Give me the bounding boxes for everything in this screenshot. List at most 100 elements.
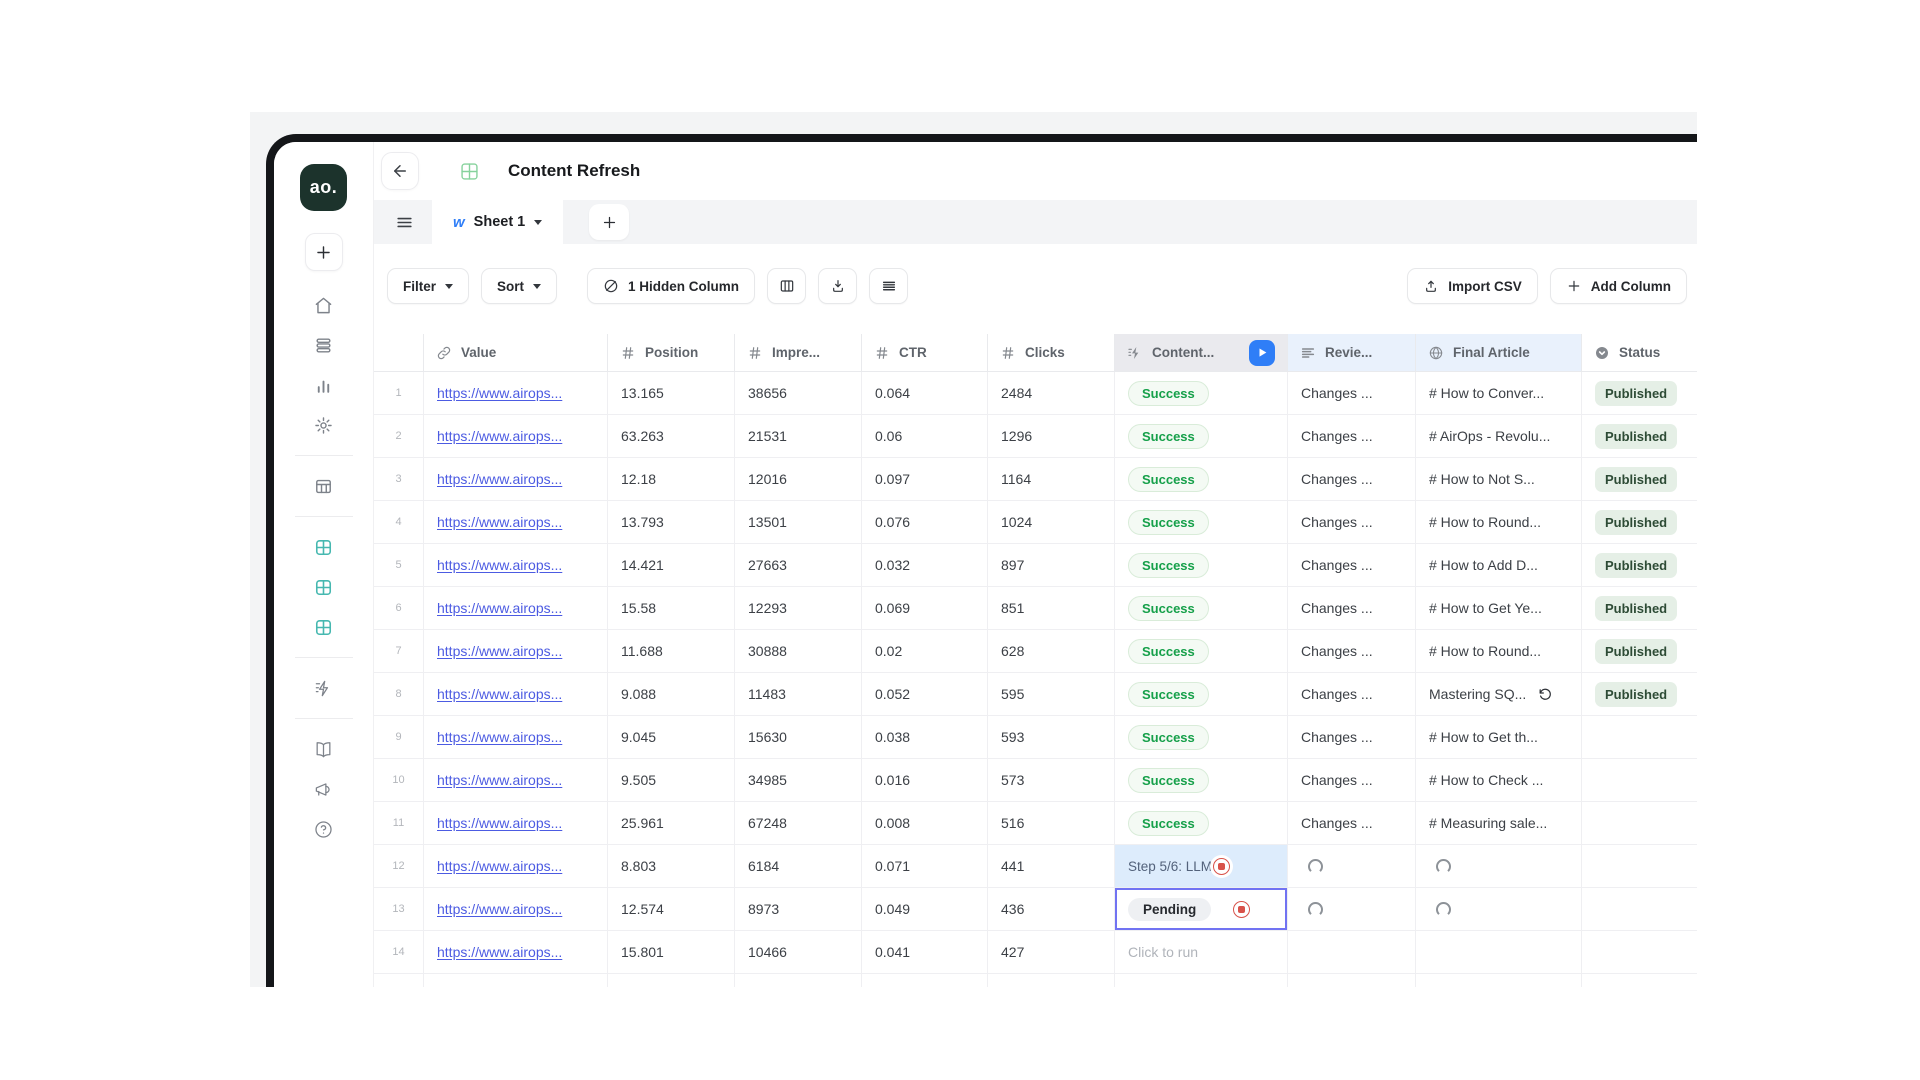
cell-impressions[interactable]: 6184 xyxy=(735,845,862,888)
sidebar-item-sheet-grid[interactable] xyxy=(305,528,343,566)
cell-final-article[interactable] xyxy=(1416,931,1582,974)
cell-final-article[interactable] xyxy=(1416,845,1582,888)
cell-status[interactable]: Published xyxy=(1582,673,1697,716)
cell-ctr[interactable]: 0.076 xyxy=(862,501,988,544)
cell-impressions[interactable]: 34985 xyxy=(735,759,862,802)
cell-ctr[interactable]: 0.06 xyxy=(862,415,988,458)
url-link[interactable]: https://www.airops... xyxy=(437,944,562,960)
sidebar-item-bar-chart[interactable] xyxy=(305,366,343,404)
cell-position[interactable]: 15.58 xyxy=(608,587,735,630)
cell-clicks[interactable]: 897 xyxy=(988,544,1115,587)
cell-content[interactable]: Success xyxy=(1115,458,1288,501)
cell-clicks[interactable]: 516 xyxy=(988,802,1115,845)
cell-final-article[interactable]: # How to Add D... xyxy=(1416,544,1582,587)
cell-clicks[interactable]: 1024 xyxy=(988,501,1115,544)
refresh-icon[interactable] xyxy=(1538,687,1553,702)
cell-value[interactable]: https://www.airops... xyxy=(424,587,608,630)
cell-clicks[interactable]: 436 xyxy=(988,888,1115,931)
cell-value[interactable]: https://www.airops... xyxy=(424,415,608,458)
sort-button[interactable]: Sort xyxy=(481,268,557,304)
cell-status[interactable] xyxy=(1582,931,1697,974)
url-link[interactable]: https://www.airops... xyxy=(437,471,562,487)
cell-position[interactable]: 11.688 xyxy=(608,630,735,673)
cell-value[interactable]: https://www.airops... xyxy=(424,845,608,888)
cell-position[interactable]: 9.045 xyxy=(608,716,735,759)
sidebar-item-stack[interactable] xyxy=(305,326,343,364)
column-header-review[interactable]: Revie... xyxy=(1288,334,1416,372)
cell-review[interactable] xyxy=(1288,845,1416,888)
column-settings-button[interactable] xyxy=(767,268,806,304)
cell-final-article[interactable]: Mastering SQ... xyxy=(1416,673,1582,716)
cell-review[interactable]: Changes ... xyxy=(1288,501,1416,544)
cell-review[interactable]: Changes ... xyxy=(1288,802,1416,845)
cell-position[interactable]: 12.18 xyxy=(608,458,735,501)
run-column-button[interactable] xyxy=(1249,340,1275,366)
cell-clicks[interactable]: 1164 xyxy=(988,458,1115,501)
sidebar-item-help[interactable] xyxy=(305,810,343,848)
url-link[interactable]: https://www.airops... xyxy=(437,686,562,702)
cell-position[interactable]: 14.421 xyxy=(608,544,735,587)
cell-clicks[interactable]: 2484 xyxy=(988,372,1115,415)
cell-ctr[interactable]: 0.049 xyxy=(862,888,988,931)
download-button[interactable] xyxy=(818,268,857,304)
cell-status[interactable] xyxy=(1582,802,1697,845)
url-link[interactable]: https://www.airops... xyxy=(437,815,562,831)
cell-final-article[interactable]: # How to Round... xyxy=(1416,501,1582,544)
sidebar-item-sheet-grid[interactable] xyxy=(305,608,343,646)
cell-review[interactable]: Changes ... xyxy=(1288,587,1416,630)
cell-ctr[interactable]: 0.008 xyxy=(862,802,988,845)
column-header-position[interactable]: Position xyxy=(608,334,735,372)
cell-ctr[interactable]: 0.071 xyxy=(862,845,988,888)
add-column-button[interactable]: Add Column xyxy=(1550,268,1687,304)
cell-clicks[interactable]: 441 xyxy=(988,845,1115,888)
sidebar-new-button[interactable] xyxy=(305,233,343,271)
url-link[interactable]: https://www.airops... xyxy=(437,858,562,874)
add-sheet-button[interactable] xyxy=(589,204,629,240)
cell-position[interactable]: 13.793 xyxy=(608,501,735,544)
cell-content[interactable]: Success xyxy=(1115,544,1288,587)
cell-value[interactable]: https://www.airops... xyxy=(424,372,608,415)
cell-position[interactable]: 25.961 xyxy=(608,802,735,845)
cell-value[interactable]: https://www.airops... xyxy=(424,673,608,716)
cell-review[interactable]: Changes ... xyxy=(1288,759,1416,802)
cell-impressions[interactable]: 38656 xyxy=(735,372,862,415)
cell-position[interactable]: 63.263 xyxy=(608,415,735,458)
sheet-list-button[interactable] xyxy=(385,203,423,241)
cell-position[interactable]: 13.165 xyxy=(608,372,735,415)
cell-clicks[interactable]: 427 xyxy=(988,931,1115,974)
column-header-impressions[interactable]: Impre... xyxy=(735,334,862,372)
cell-content[interactable]: Success xyxy=(1115,716,1288,759)
sidebar-item-sheet-grid[interactable] xyxy=(305,568,343,606)
cell-position[interactable]: 9.505 xyxy=(608,759,735,802)
cell-review[interactable]: Changes ... xyxy=(1288,372,1416,415)
cell-status[interactable]: Published xyxy=(1582,415,1697,458)
url-link[interactable]: https://www.airops... xyxy=(437,600,562,616)
cell-value[interactable]: https://www.airops... xyxy=(424,759,608,802)
cell-ctr[interactable]: 0.016 xyxy=(862,759,988,802)
cell-clicks[interactable]: 595 xyxy=(988,673,1115,716)
url-link[interactable]: https://www.airops... xyxy=(437,557,562,573)
cell-value[interactable]: https://www.airops... xyxy=(424,501,608,544)
cell-ctr[interactable]: 0.069 xyxy=(862,587,988,630)
cell-content[interactable]: Success xyxy=(1115,415,1288,458)
cell-content[interactable]: Success xyxy=(1115,372,1288,415)
cell-impressions[interactable]: 13501 xyxy=(735,501,862,544)
tab-sheet-1[interactable]: w Sheet 1 xyxy=(432,200,563,244)
cell-content-running[interactable]: Step 5/6: LLM xyxy=(1115,845,1288,888)
cell-value[interactable]: https://www.airops... xyxy=(424,931,608,974)
column-header-clicks[interactable]: Clicks xyxy=(988,334,1115,372)
cell-status[interactable] xyxy=(1582,845,1697,888)
cell-value[interactable]: https://www.airops... xyxy=(424,802,608,845)
cell-final-article[interactable]: # How to Not S... xyxy=(1416,458,1582,501)
sidebar-item-workflow-zap[interactable] xyxy=(305,669,343,707)
cell-position[interactable]: 9.088 xyxy=(608,673,735,716)
cell-review[interactable]: Changes ... xyxy=(1288,716,1416,759)
cell-content[interactable]: Success xyxy=(1115,630,1288,673)
cell-value[interactable]: https://www.airops... xyxy=(424,458,608,501)
url-link[interactable]: https://www.airops... xyxy=(437,729,562,745)
sidebar-item-book[interactable] xyxy=(305,730,343,768)
column-header-final[interactable]: Final Article xyxy=(1416,334,1582,372)
filter-button[interactable]: Filter xyxy=(387,268,469,304)
cell-impressions[interactable]: 21531 xyxy=(735,415,862,458)
cell-review[interactable]: Changes ... xyxy=(1288,458,1416,501)
